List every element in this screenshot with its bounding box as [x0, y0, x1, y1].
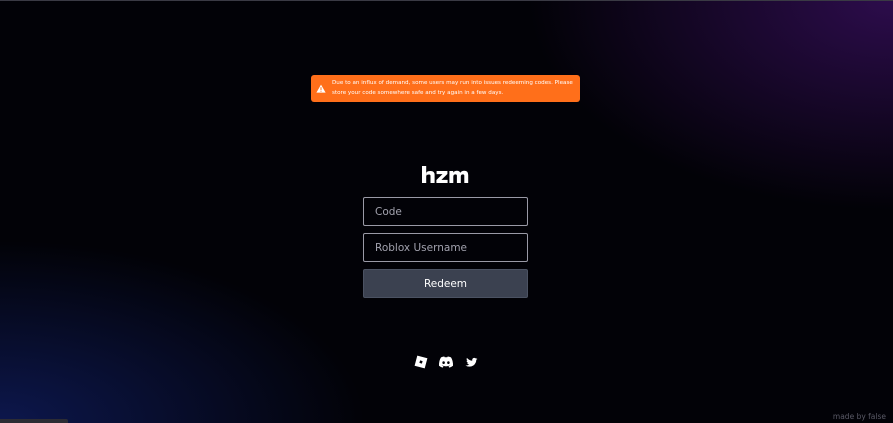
redeem-button-label: Redeem	[423, 277, 468, 290]
roblox-icon	[414, 355, 428, 369]
warning-triangle-icon	[315, 83, 327, 95]
status-tab	[0, 419, 68, 423]
redeem-button[interactable]: Redeem	[363, 269, 528, 298]
twitter-icon	[464, 357, 477, 367]
twitter-link[interactable]	[463, 354, 479, 370]
roblox-username-input[interactable]	[363, 233, 528, 262]
top-border	[0, 0, 893, 1]
discord-link[interactable]	[438, 354, 454, 370]
discord-icon	[438, 356, 454, 368]
hzm-logo	[422, 166, 469, 183]
alert-message: Due to an influx of demand, some users m…	[332, 80, 573, 96]
warning-alert: Due to an influx of demand, some users m…	[311, 75, 580, 102]
code-input[interactable]	[363, 197, 528, 226]
credit-text: made by false	[832, 412, 886, 421]
roblox-link[interactable]	[413, 354, 429, 370]
